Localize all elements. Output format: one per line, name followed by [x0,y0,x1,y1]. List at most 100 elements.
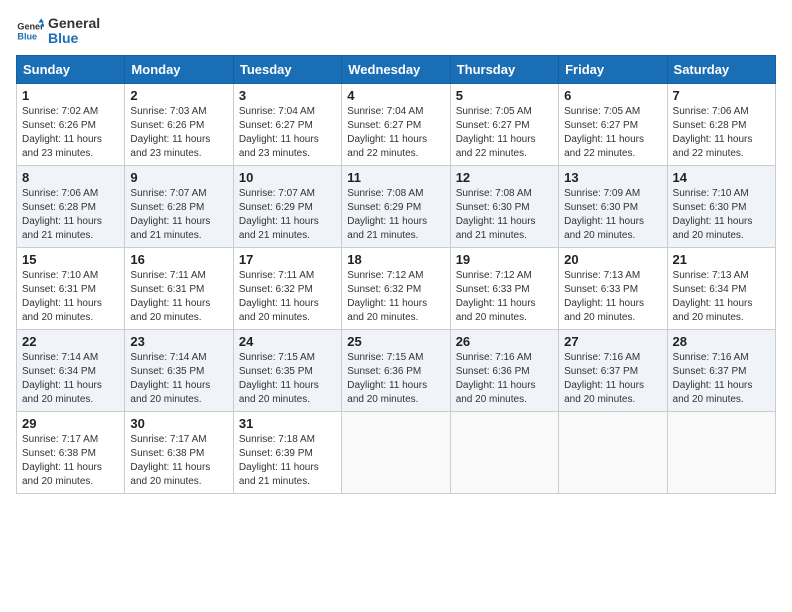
calendar-cell: 2 Sunrise: 7:03 AM Sunset: 6:26 PM Dayli… [125,83,233,165]
calendar-cell: 1 Sunrise: 7:02 AM Sunset: 6:26 PM Dayli… [17,83,125,165]
calendar-cell: 25 Sunrise: 7:15 AM Sunset: 6:36 PM Dayl… [342,329,450,411]
weekday-header: Monday [125,55,233,83]
weekday-header: Saturday [667,55,775,83]
day-number: 2 [130,88,227,103]
calendar-cell: 16 Sunrise: 7:11 AM Sunset: 6:31 PM Dayl… [125,247,233,329]
day-info: Sunrise: 7:08 AM Sunset: 6:30 PM Dayligh… [456,187,553,243]
day-number: 5 [456,88,553,103]
calendar-cell: 10 Sunrise: 7:07 AM Sunset: 6:29 PM Dayl… [233,165,341,247]
day-info: Sunrise: 7:12 AM Sunset: 6:33 PM Dayligh… [456,269,553,325]
day-info: Sunrise: 7:10 AM Sunset: 6:30 PM Dayligh… [673,187,770,243]
day-info: Sunrise: 7:16 AM Sunset: 6:37 PM Dayligh… [673,351,770,407]
calendar-cell: 23 Sunrise: 7:14 AM Sunset: 6:35 PM Dayl… [125,329,233,411]
day-info: Sunrise: 7:13 AM Sunset: 6:34 PM Dayligh… [673,269,770,325]
calendar-cell: 4 Sunrise: 7:04 AM Sunset: 6:27 PM Dayli… [342,83,450,165]
day-number: 8 [22,170,119,185]
day-number: 16 [130,252,227,267]
day-info: Sunrise: 7:13 AM Sunset: 6:33 PM Dayligh… [564,269,661,325]
day-info: Sunrise: 7:07 AM Sunset: 6:29 PM Dayligh… [239,187,336,243]
day-number: 20 [564,252,661,267]
calendar-cell: 5 Sunrise: 7:05 AM Sunset: 6:27 PM Dayli… [450,83,558,165]
calendar-cell: 22 Sunrise: 7:14 AM Sunset: 6:34 PM Dayl… [17,329,125,411]
day-info: Sunrise: 7:11 AM Sunset: 6:32 PM Dayligh… [239,269,336,325]
day-number: 17 [239,252,336,267]
day-info: Sunrise: 7:17 AM Sunset: 6:38 PM Dayligh… [130,433,227,489]
calendar-cell: 27 Sunrise: 7:16 AM Sunset: 6:37 PM Dayl… [559,329,667,411]
day-info: Sunrise: 7:15 AM Sunset: 6:36 PM Dayligh… [347,351,444,407]
day-info: Sunrise: 7:12 AM Sunset: 6:32 PM Dayligh… [347,269,444,325]
svg-text:Blue: Blue [17,32,37,42]
calendar-cell: 15 Sunrise: 7:10 AM Sunset: 6:31 PM Dayl… [17,247,125,329]
day-info: Sunrise: 7:15 AM Sunset: 6:35 PM Dayligh… [239,351,336,407]
day-number: 12 [456,170,553,185]
day-number: 31 [239,416,336,431]
calendar-cell: 12 Sunrise: 7:08 AM Sunset: 6:30 PM Dayl… [450,165,558,247]
day-number: 1 [22,88,119,103]
day-info: Sunrise: 7:04 AM Sunset: 6:27 PM Dayligh… [347,105,444,161]
calendar-cell [450,411,558,493]
calendar-cell: 17 Sunrise: 7:11 AM Sunset: 6:32 PM Dayl… [233,247,341,329]
day-number: 22 [22,334,119,349]
day-info: Sunrise: 7:04 AM Sunset: 6:27 PM Dayligh… [239,105,336,161]
day-info: Sunrise: 7:10 AM Sunset: 6:31 PM Dayligh… [22,269,119,325]
day-number: 3 [239,88,336,103]
day-number: 11 [347,170,444,185]
calendar-cell: 13 Sunrise: 7:09 AM Sunset: 6:30 PM Dayl… [559,165,667,247]
calendar-cell [342,411,450,493]
day-info: Sunrise: 7:06 AM Sunset: 6:28 PM Dayligh… [22,187,119,243]
day-number: 30 [130,416,227,431]
calendar-cell: 8 Sunrise: 7:06 AM Sunset: 6:28 PM Dayli… [17,165,125,247]
calendar-cell: 30 Sunrise: 7:17 AM Sunset: 6:38 PM Dayl… [125,411,233,493]
calendar-cell: 11 Sunrise: 7:08 AM Sunset: 6:29 PM Dayl… [342,165,450,247]
day-info: Sunrise: 7:16 AM Sunset: 6:36 PM Dayligh… [456,351,553,407]
calendar-cell: 29 Sunrise: 7:17 AM Sunset: 6:38 PM Dayl… [17,411,125,493]
calendar-cell: 26 Sunrise: 7:16 AM Sunset: 6:36 PM Dayl… [450,329,558,411]
calendar-cell: 9 Sunrise: 7:07 AM Sunset: 6:28 PM Dayli… [125,165,233,247]
day-info: Sunrise: 7:06 AM Sunset: 6:28 PM Dayligh… [673,105,770,161]
day-number: 14 [673,170,770,185]
day-number: 9 [130,170,227,185]
day-number: 19 [456,252,553,267]
day-info: Sunrise: 7:17 AM Sunset: 6:38 PM Dayligh… [22,433,119,489]
day-number: 23 [130,334,227,349]
calendar-table: SundayMondayTuesdayWednesdayThursdayFrid… [16,55,776,494]
day-number: 10 [239,170,336,185]
weekday-header: Wednesday [342,55,450,83]
day-info: Sunrise: 7:05 AM Sunset: 6:27 PM Dayligh… [456,105,553,161]
weekday-header: Thursday [450,55,558,83]
calendar-cell: 7 Sunrise: 7:06 AM Sunset: 6:28 PM Dayli… [667,83,775,165]
calendar-cell: 28 Sunrise: 7:16 AM Sunset: 6:37 PM Dayl… [667,329,775,411]
day-info: Sunrise: 7:08 AM Sunset: 6:29 PM Dayligh… [347,187,444,243]
calendar-cell: 31 Sunrise: 7:18 AM Sunset: 6:39 PM Dayl… [233,411,341,493]
day-number: 21 [673,252,770,267]
day-info: Sunrise: 7:16 AM Sunset: 6:37 PM Dayligh… [564,351,661,407]
day-number: 6 [564,88,661,103]
day-number: 27 [564,334,661,349]
day-info: Sunrise: 7:02 AM Sunset: 6:26 PM Dayligh… [22,105,119,161]
day-number: 7 [673,88,770,103]
calendar-cell: 6 Sunrise: 7:05 AM Sunset: 6:27 PM Dayli… [559,83,667,165]
calendar-cell [559,411,667,493]
logo: General Blue General Blue [16,16,100,47]
day-info: Sunrise: 7:14 AM Sunset: 6:34 PM Dayligh… [22,351,119,407]
day-number: 15 [22,252,119,267]
calendar-cell [667,411,775,493]
day-number: 24 [239,334,336,349]
weekday-header: Sunday [17,55,125,83]
day-info: Sunrise: 7:09 AM Sunset: 6:30 PM Dayligh… [564,187,661,243]
calendar-cell: 19 Sunrise: 7:12 AM Sunset: 6:33 PM Dayl… [450,247,558,329]
day-number: 4 [347,88,444,103]
day-info: Sunrise: 7:18 AM Sunset: 6:39 PM Dayligh… [239,433,336,489]
calendar-cell: 21 Sunrise: 7:13 AM Sunset: 6:34 PM Dayl… [667,247,775,329]
day-number: 13 [564,170,661,185]
day-number: 25 [347,334,444,349]
day-info: Sunrise: 7:11 AM Sunset: 6:31 PM Dayligh… [130,269,227,325]
day-number: 29 [22,416,119,431]
calendar-cell: 18 Sunrise: 7:12 AM Sunset: 6:32 PM Dayl… [342,247,450,329]
day-number: 26 [456,334,553,349]
weekday-header: Friday [559,55,667,83]
day-number: 28 [673,334,770,349]
day-info: Sunrise: 7:14 AM Sunset: 6:35 PM Dayligh… [130,351,227,407]
calendar-cell: 3 Sunrise: 7:04 AM Sunset: 6:27 PM Dayli… [233,83,341,165]
calendar-cell: 24 Sunrise: 7:15 AM Sunset: 6:35 PM Dayl… [233,329,341,411]
